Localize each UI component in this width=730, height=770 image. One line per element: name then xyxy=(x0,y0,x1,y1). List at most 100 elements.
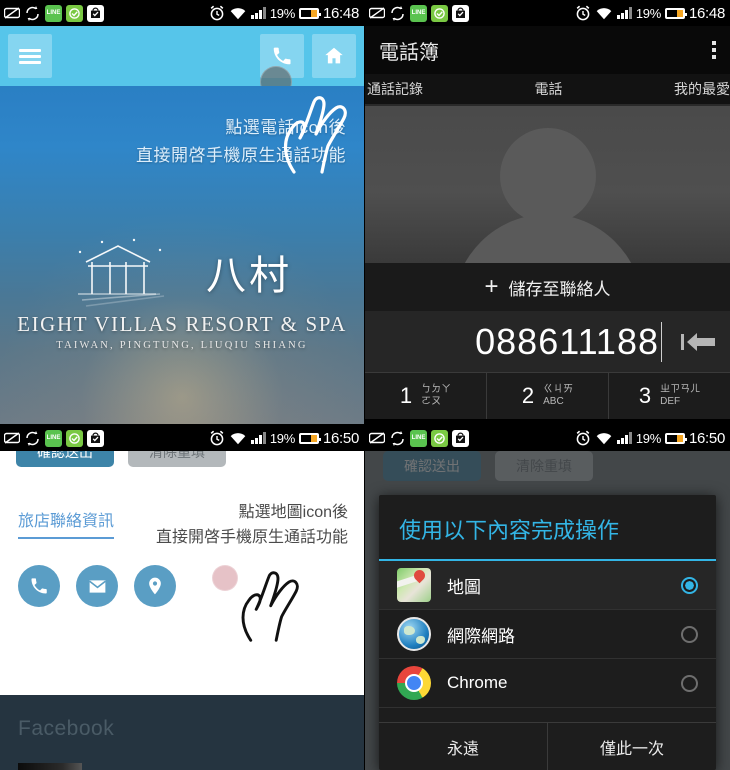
logo-cjk-label: 八村 xyxy=(206,253,292,299)
dialed-number-field[interactable]: 088611188 xyxy=(365,311,730,373)
dialpad-key-3[interactable]: 3 ㄓㄗㄢㄦ DEF xyxy=(609,373,730,419)
dialog-buttons: 永遠 僅此一次 xyxy=(379,722,716,770)
tab-phone[interactable]: 電話 xyxy=(488,79,609,99)
status-bar-panel3: LINE 19% 16:50 xyxy=(0,425,364,451)
silent-mode-icon xyxy=(368,430,385,447)
facebook-page-thumbnail xyxy=(18,763,82,770)
battery-percent-label: 19% xyxy=(269,430,295,446)
battery-icon xyxy=(298,432,321,444)
radio-button[interactable] xyxy=(681,625,698,643)
email-icon[interactable] xyxy=(76,565,118,607)
panel3-annotation: 點選地圖icon後 直接開啓手機原生通話功能 xyxy=(156,501,348,551)
overflow-menu-icon[interactable] xyxy=(712,41,716,59)
map-pin-icon[interactable] xyxy=(134,565,176,607)
silent-mode-icon xyxy=(3,5,20,22)
app-option-maps[interactable]: 地圖 xyxy=(379,561,716,610)
hero-background: 點選電話icon後 直接開啓手機原生通話功能 八村 EIGHT VILLAS R… xyxy=(0,86,364,424)
avatar-silhouette-head xyxy=(499,128,596,224)
status-bar-right-icons: 19% 16:48 xyxy=(575,5,725,22)
sync-icon xyxy=(389,5,406,22)
chooser-backdrop: 確認送出 清除重填 使用以下內容完成操作 地圖 網際網路 Chrome 永遠 僅… xyxy=(365,451,730,770)
phone-icon[interactable] xyxy=(18,565,60,607)
wifi-icon xyxy=(596,5,613,22)
contact-card: 旅店聯絡資訊 點選地圖icon後 直接開啓手機原生通話功能 xyxy=(0,473,364,695)
status-bar-right-icons: 19% 16:50 xyxy=(575,430,725,447)
dialer-title-bar: 電話簿 xyxy=(365,26,730,74)
green-app-icon xyxy=(66,4,83,22)
app-option-label: Chrome xyxy=(447,673,508,692)
logo-subtitle-label: TAIWAN, PINGTUNG, LIUQIU SHIANG xyxy=(56,340,308,351)
green-app-icon xyxy=(431,4,448,22)
battery-percent-label: 19% xyxy=(635,430,661,446)
home-icon[interactable] xyxy=(312,34,356,78)
signal-bars-icon xyxy=(616,432,632,444)
clock-label: 16:48 xyxy=(688,4,725,22)
radio-button-selected[interactable] xyxy=(681,576,698,594)
battery-icon xyxy=(664,7,687,19)
status-bar-left-icons: LINE xyxy=(3,429,104,447)
dialpad-key-2[interactable]: 2 ㄍㄐㄞ ABC xyxy=(487,373,609,419)
logo-mark-icon: 八村 xyxy=(0,234,364,310)
key-digit: 3 xyxy=(638,383,652,408)
alarm-icon xyxy=(575,5,592,22)
status-bar-right-icons: 19% 16:48 xyxy=(209,5,359,22)
checkbox-app-icon xyxy=(87,4,104,22)
avatar-silhouette-body xyxy=(452,214,643,263)
checkbox-app-icon xyxy=(452,429,469,447)
form-buttons: 確認送出 清除重填 xyxy=(16,451,226,467)
status-bar-panel4: LINE 19% 16:50 xyxy=(365,425,730,451)
app-option-internet[interactable]: 網際網路 xyxy=(379,610,716,659)
annotation-line-2: 直接開啓手機原生通話功能 xyxy=(155,528,348,546)
hamburger-menu-icon[interactable] xyxy=(8,34,52,78)
facebook-section: Facebook 小琉球八村villas xyxy=(0,695,364,770)
resort-logo: 八村 EIGHT VILLAS RESORT & SPA TAIWAN, PIN… xyxy=(0,234,364,351)
checkbox-app-icon xyxy=(87,429,104,447)
save-to-contacts-button[interactable]: + 儲存至聯絡人 xyxy=(365,263,730,311)
line-app-icon: LINE xyxy=(410,429,427,447)
status-bar-left-icons: LINE xyxy=(368,4,469,22)
sync-icon xyxy=(24,430,41,447)
dialpad-key-1[interactable]: 1 ㄅㄉㄚ ㄛㄡ xyxy=(365,373,487,419)
battery-percent-label: 19% xyxy=(635,5,661,21)
dialpad-row: 1 ㄅㄉㄚ ㄛㄡ 2 ㄍㄐㄞ ABC 3 ㄓㄗㄢㄦ DEF xyxy=(365,373,730,419)
checkbox-app-icon xyxy=(452,4,469,22)
annotation-line-1: 點選地圖icon後 xyxy=(238,504,348,521)
signal-bars-icon xyxy=(616,7,632,19)
text-caret xyxy=(661,321,662,362)
wifi-icon xyxy=(230,5,247,22)
annotation-line-1: 點選電話icon後 xyxy=(225,118,346,137)
app-option-chrome[interactable]: Chrome xyxy=(379,659,716,708)
panel-phone-dialer: LINE 19% 16:48 電話簿 通話記錄 電話 我的最愛 + 儲存至聯絡人… xyxy=(365,0,730,425)
contact-photo-placeholder xyxy=(365,106,730,263)
logo-english-label: EIGHT VILLAS RESORT & SPA xyxy=(17,312,347,336)
app-option-label: 網際網路 xyxy=(447,626,515,646)
tab-call-log[interactable]: 通話記錄 xyxy=(365,79,488,99)
page-title: 電話簿 xyxy=(379,41,439,64)
panel-contact-info: LINE 19% 16:50 確認送出 清除重填 旅店聯絡資訊 點選地圖icon… xyxy=(0,425,365,770)
app-top-bar xyxy=(0,26,364,98)
app-option-label: 地圖 xyxy=(447,577,481,597)
facebook-page-row[interactable]: 小琉球八村villas xyxy=(18,763,346,770)
green-app-icon xyxy=(431,429,448,447)
alarm-icon xyxy=(209,430,226,447)
status-bar-panel1: LINE 19% 16:48 xyxy=(0,0,364,26)
annotation-line-2: 直接開啓手機原生通話功能 xyxy=(136,146,346,166)
status-bar-left-icons: LINE xyxy=(368,429,469,447)
status-bar-panel2: LINE 19% 16:48 xyxy=(365,0,730,26)
silent-mode-icon xyxy=(3,430,20,447)
always-button[interactable]: 永遠 xyxy=(379,723,547,770)
radio-button[interactable] xyxy=(681,674,698,692)
signal-bars-icon xyxy=(250,7,266,19)
line-app-icon: LINE xyxy=(410,4,427,22)
backspace-icon[interactable] xyxy=(672,332,724,352)
reset-button[interactable]: 清除重填 xyxy=(128,451,226,467)
battery-icon xyxy=(664,432,687,444)
submit-button[interactable]: 確認送出 xyxy=(16,451,114,467)
tab-favorites[interactable]: 我的最愛 xyxy=(609,79,730,99)
panel-app-chooser: LINE 19% 16:50 確認送出 清除重填 使用以下內容完成操作 地圖 網… xyxy=(365,425,730,770)
internet-browser-icon xyxy=(397,617,431,651)
dialer-tabs: 通話記錄 電話 我的最愛 xyxy=(365,74,730,106)
just-once-button[interactable]: 僅此一次 xyxy=(547,723,716,770)
status-bar-right-icons: 19% 16:50 xyxy=(209,430,359,447)
google-maps-icon xyxy=(397,568,431,602)
